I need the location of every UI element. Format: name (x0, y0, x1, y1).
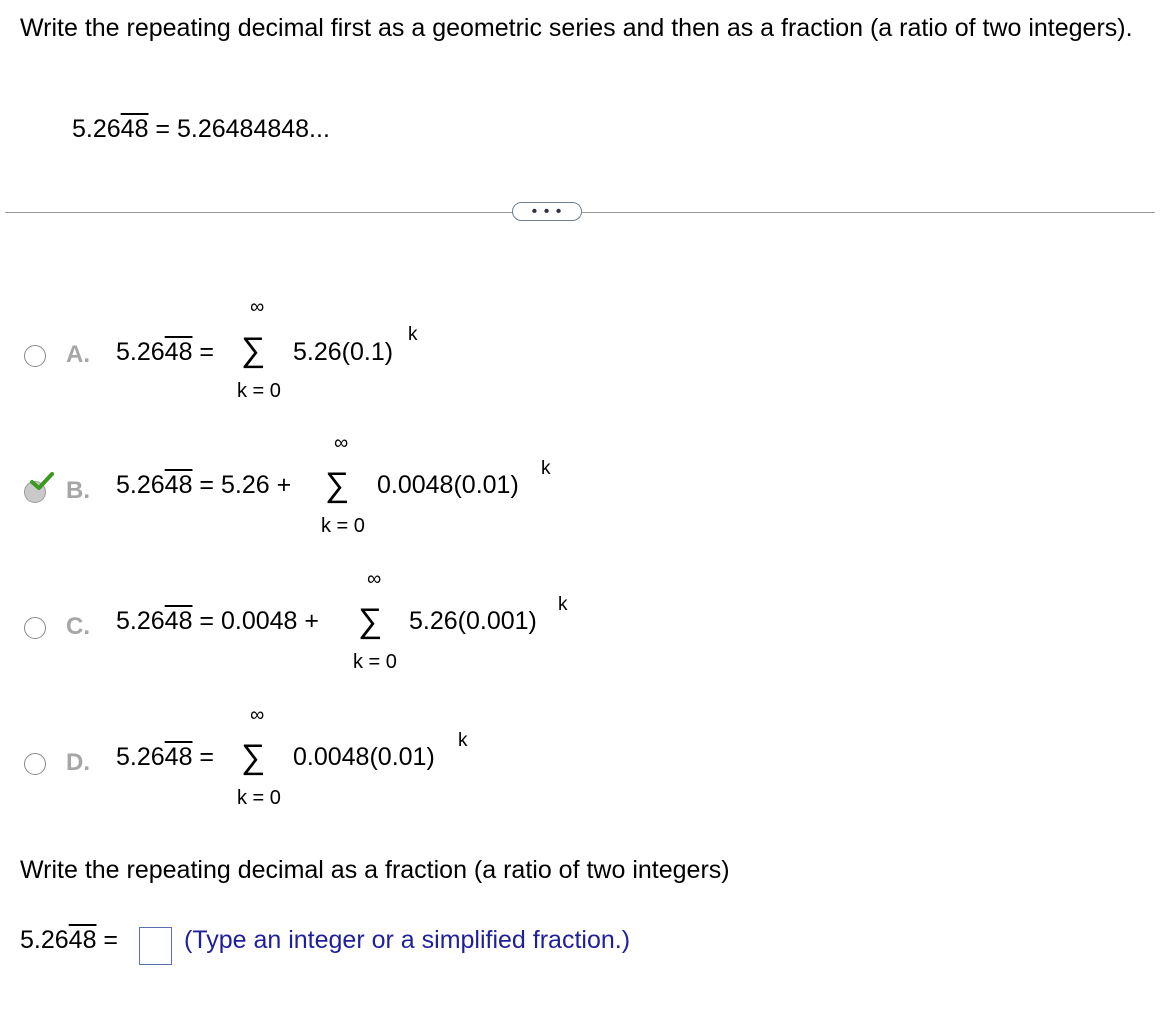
option-c-sigma: ∑ (358, 602, 383, 640)
option-a-lhs-repeat: 48 (164, 338, 193, 366)
option-a-radio[interactable] (24, 345, 46, 367)
option-c-radio[interactable] (24, 617, 46, 639)
answer-label: 5.2648 = (20, 926, 118, 955)
option-c-sum-upper: ∞ (367, 568, 382, 590)
option-a-sum-upper: ∞ (250, 296, 265, 318)
check-icon (30, 472, 54, 490)
option-d-sigma: ∑ (241, 738, 266, 776)
option-b-sum-upper: ∞ (334, 432, 349, 454)
option-a-sum-lower: k = 0 (237, 380, 281, 402)
fraction-prompt: Write the repeating decimal as a fractio… (20, 856, 730, 884)
option-b-exponent: k (541, 458, 551, 479)
option-d-lhs: 5.2648 = (116, 743, 214, 772)
option-c-term: 5.26(0.001) (409, 607, 537, 635)
option-d-sum-lower: k = 0 (237, 787, 281, 809)
more-button[interactable]: • • • (512, 202, 582, 221)
option-d-exponent: k (458, 730, 468, 751)
given-expansion: = 5.26484848... (148, 115, 330, 143)
option-c-exponent: k (558, 594, 568, 615)
option-d-term: 0.0048(0.01) (293, 743, 435, 771)
given-decimal: 5.2648 = 5.26484848... (72, 115, 330, 144)
option-d-lhs-int: 5.26 (116, 743, 165, 771)
option-b-equals: = 5.26 + (192, 471, 292, 499)
option-c-sum-lower: k = 0 (353, 651, 397, 673)
option-b-lhs-int: 5.26 (116, 471, 165, 499)
option-a-equals: = (192, 338, 215, 366)
option-b-sigma: ∑ (325, 466, 350, 504)
option-d-equals: = (192, 743, 215, 771)
answer-hint: (Type an integer or a simplified fractio… (184, 926, 631, 954)
answer-input[interactable] (139, 927, 172, 965)
option-b-sum-lower: k = 0 (321, 515, 365, 537)
option-a-term: 5.26(0.1) (293, 338, 394, 366)
given-repeat-digits: 48 (120, 115, 149, 143)
given-int: 5.26 (72, 115, 121, 143)
option-a-lhs-int: 5.26 (116, 338, 165, 366)
option-d-lhs-repeat: 48 (164, 743, 193, 771)
question-text: Write the repeating decimal first as a g… (20, 14, 1133, 42)
option-b-term: 0.0048(0.01) (377, 471, 519, 499)
option-c-lhs: 5.2648 = 0.0048 + (116, 607, 319, 636)
option-c-equals: = 0.0048 + (192, 607, 319, 635)
answer-lhs-repeat: 48 (68, 926, 97, 954)
option-b-lhs: 5.2648 = 5.26 + (116, 471, 291, 500)
answer-lhs-int: 5.26 (20, 926, 69, 954)
answer-equals: = (96, 926, 119, 954)
option-a-sigma: ∑ (241, 331, 266, 369)
option-d-radio[interactable] (24, 753, 46, 775)
option-b-lhs-repeat: 48 (164, 471, 193, 499)
option-b-letter: B. (66, 477, 90, 504)
option-a-exponent: k (408, 324, 418, 345)
option-a-lhs: 5.2648 = (116, 338, 214, 367)
option-c-letter: C. (66, 613, 90, 640)
option-d-letter: D. (66, 749, 90, 776)
option-d-sum-upper: ∞ (250, 704, 265, 726)
option-c-lhs-int: 5.26 (116, 607, 165, 635)
option-a-letter: A. (66, 341, 90, 368)
option-c-lhs-repeat: 48 (164, 607, 193, 635)
